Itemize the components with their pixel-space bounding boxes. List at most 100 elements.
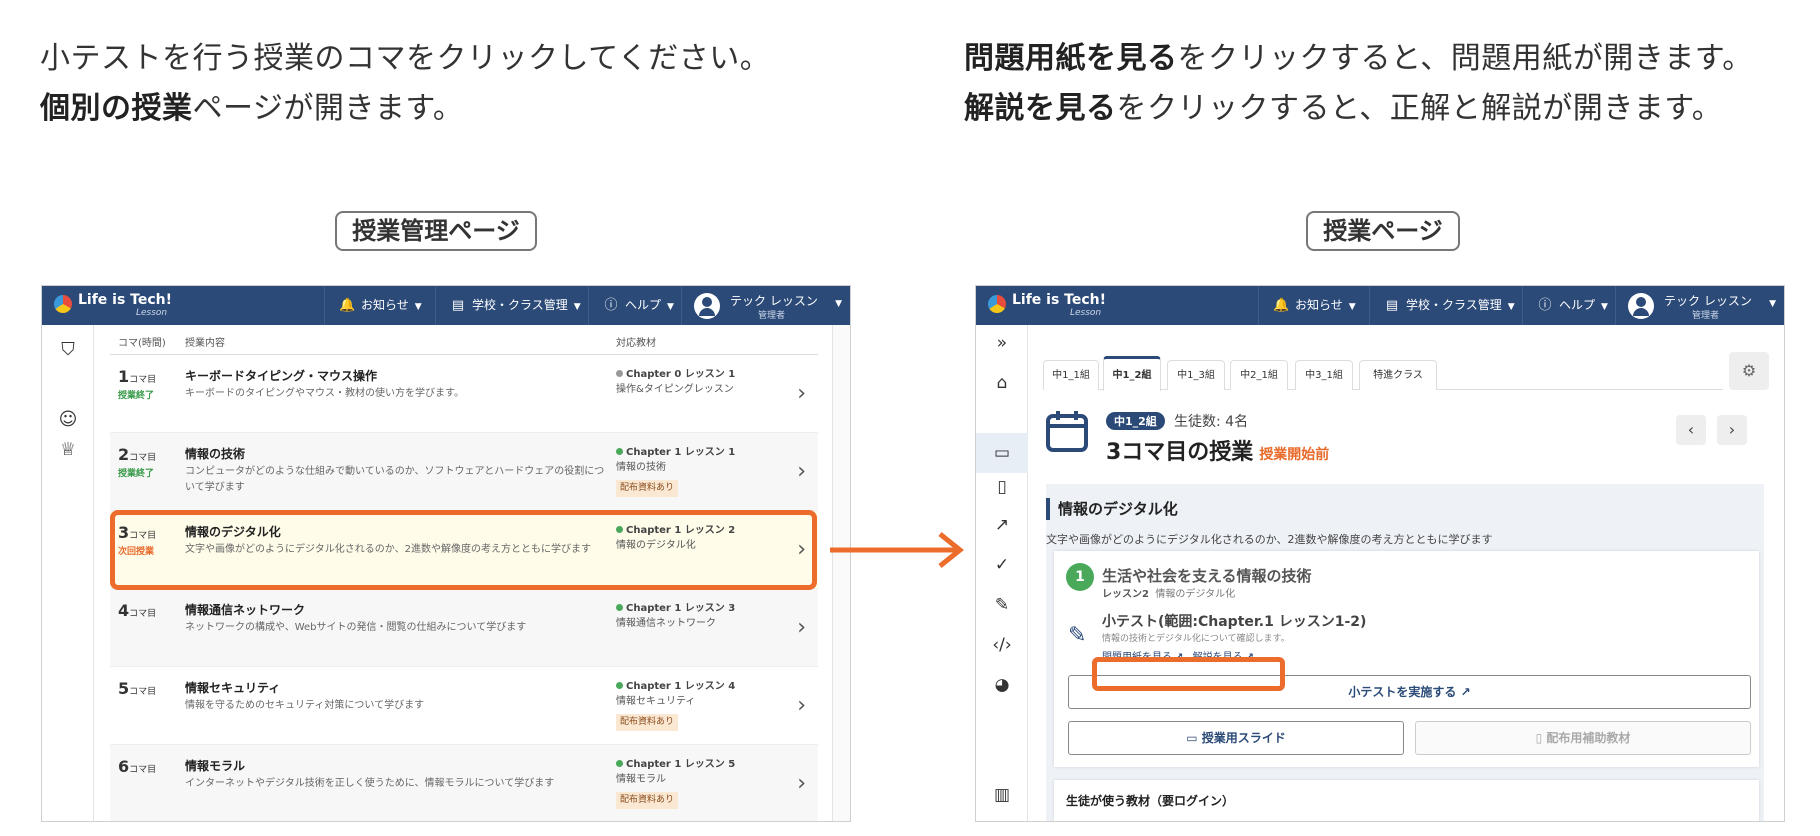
bell-icon: 🔔 xyxy=(339,298,356,313)
handout-badge: 配布資料あり xyxy=(616,480,679,497)
nav-help[interactable]: ⓘ ヘルプ ▼ xyxy=(588,286,674,325)
slides-button[interactable]: ▭ 授業用スライド xyxy=(1068,721,1404,755)
expand-icon[interactable]: » xyxy=(988,333,1016,353)
material-sub: 情報モラル xyxy=(616,774,666,785)
material-info: Chapter 1 レッスン 3 情報通信ネットワーク xyxy=(616,601,735,631)
gear-icon[interactable]: ⚙ xyxy=(1729,352,1769,390)
shield-icon[interactable]: ⛉ xyxy=(56,339,80,360)
external-link-icon: ↗ xyxy=(1460,685,1471,699)
material-chapter: Chapter 1 レッスン 1 xyxy=(626,447,736,458)
header-material: 対応教材 xyxy=(616,338,656,349)
highlight-links xyxy=(1092,657,1285,691)
nav-help[interactable]: ⓘ ヘルプ ▼ xyxy=(1522,286,1608,325)
tab-1-1[interactable]: 中1_1組 xyxy=(1043,360,1099,390)
instruction-right-rest2: をクリックすると、正解と解説が開きます。 xyxy=(1116,91,1723,126)
home-icon[interactable]: ⌂ xyxy=(988,373,1016,393)
smile-icon[interactable]: ☺ xyxy=(56,409,80,430)
material-chapter: Chapter 1 レッスン 4 xyxy=(626,681,736,692)
nav-help-label: ヘルプ xyxy=(1559,298,1596,312)
palette-icon[interactable]: ◕ xyxy=(988,675,1016,695)
caret-down-icon: ▼ xyxy=(1507,302,1515,312)
next-button[interactable]: › xyxy=(1717,415,1747,445)
lesson-page-screenshot: Life is Tech! Lesson 🔔 お知らせ ▼ ▤ 学校・クラス管理 ▼ ⓘ… xyxy=(975,285,1785,822)
lesson-desc: インターネットやデジタル技術を正しく使うために、情報モラルについて学びます xyxy=(185,778,555,789)
chart-icon[interactable]: ▥ xyxy=(988,785,1016,805)
pencil-icon[interactable]: ✎ xyxy=(988,595,1016,615)
status-dot-icon xyxy=(616,604,623,611)
tab-special[interactable]: 特進クラス xyxy=(1359,360,1437,390)
caret-down-icon: ▼ xyxy=(1601,302,1608,312)
logo[interactable]: Life is Tech! Lesson xyxy=(988,292,1118,320)
scrollbar[interactable] xyxy=(832,325,850,821)
tab-1-3[interactable]: 中1_3組 xyxy=(1167,360,1225,390)
chapter-lesson: レッスン2 xyxy=(1102,589,1149,600)
nav-school-label: 学校・クラス管理 xyxy=(472,298,568,312)
table-row[interactable]: 2コマ目 授業終了 情報の技術 コンピュータがどのような仕組みで動いているのか、ソフト… xyxy=(110,433,818,511)
lesson-title: キーボードタイピング・マウス操作 xyxy=(185,369,378,383)
code-icon[interactable]: ‹/› xyxy=(988,635,1016,655)
koma-number: 4コマ目 xyxy=(118,601,157,620)
trophy-icon[interactable]: ♕ xyxy=(56,439,80,460)
material-info: Chapter 0 レッスン 1 操作&タイピングレッスン xyxy=(616,367,735,397)
page-title-text: 3コマ目の授業 xyxy=(1106,440,1254,465)
document-icon[interactable]: ▯ xyxy=(988,477,1016,497)
nav-school[interactable]: ▤ 学校・クラス管理 ▼ xyxy=(435,286,581,325)
avatar-icon xyxy=(694,293,720,319)
nav-notice[interactable]: 🔔 お知らせ ▼ xyxy=(324,286,422,325)
status-dot-icon xyxy=(616,448,623,455)
instruction-left-line1: 小テストを行う授業のコマをクリックしてください。 xyxy=(40,41,771,76)
trend-icon[interactable]: ↗ xyxy=(988,515,1016,535)
header-content: 授業内容 xyxy=(185,338,225,349)
logo-mark xyxy=(54,295,72,313)
table-row[interactable]: 4コマ目 情報通信ネットワーク ネットワークの構成や、Webサイトの発信・閲覧の仕組… xyxy=(110,589,818,667)
nav-notice[interactable]: 🔔 お知らせ ▼ xyxy=(1258,286,1356,325)
manage-page-label: 授業管理ページ xyxy=(335,211,537,251)
chapter-title: 生活や社会を支える情報の技術 xyxy=(1102,567,1312,585)
user-role: 管理者 xyxy=(1692,311,1720,321)
prev-button[interactable]: ‹ xyxy=(1676,415,1706,445)
page-title: 3コマ目の授業 授業開始前 xyxy=(1106,434,1329,466)
lesson-page-label: 授業ページ xyxy=(1306,211,1460,251)
instruction-left-line2: 個別の授業ページが開きます。 xyxy=(40,84,770,134)
lesson-desc: キーボードのタイピングやマウス・教材の使い方を学びます。 xyxy=(185,388,464,399)
table-row[interactable]: 6コマ目情報モラル インターネットやデジタル技術を正しく使うために、情報モラルにつ… xyxy=(110,745,818,821)
material-info: Chapter 1 レッスン 1 情報の技術 配布資料あり xyxy=(616,445,735,497)
sidebar: ⛉ ☺ ♕ xyxy=(42,325,94,821)
table-row[interactable]: 5コマ目 情報セキュリティ 情報を守るためのセキュリティ対策について学びます Chap… xyxy=(110,667,818,745)
check-icon[interactable]: ✓ xyxy=(988,555,1016,575)
nav-school[interactable]: ▤ 学校・クラス管理 ▼ xyxy=(1369,286,1515,325)
lesson-title: 情報セキュリティ xyxy=(185,681,281,695)
table-row[interactable]: 1コマ目 授業終了 キーボードタイピング・マウス操作 キーボードのタイピングやマウス・… xyxy=(110,355,818,433)
tab-1-2[interactable]: 中1_2組 xyxy=(1103,356,1161,391)
lesson-icon[interactable]: ▭ xyxy=(976,433,1028,473)
logo-mark xyxy=(988,295,1006,313)
caret-down-icon: ▼ xyxy=(1769,299,1776,309)
handout-badge: 配布資料あり xyxy=(616,792,679,809)
slides-label: 授業用スライド xyxy=(1201,731,1286,745)
arrow-right-icon xyxy=(830,532,965,568)
chevron-right-icon: › xyxy=(797,771,806,796)
user-menu[interactable]: テック レッスン 管理者 ▼ xyxy=(681,286,850,325)
instruction-left-rest: ページが開きます。 xyxy=(192,91,464,126)
material-info: Chapter 1 レッスン 4 情報セキュリティ 配布資料あり xyxy=(616,679,735,731)
section-desc: 文字や画像がどのようにデジタル化されるのか、2進数や解像度の考え方とともに学びま… xyxy=(1046,533,1493,546)
logo-sub: Lesson xyxy=(136,308,168,318)
koma-number: 2コマ目 xyxy=(118,445,157,464)
koma-number: 6コマ目 xyxy=(118,757,157,776)
tab-3-1[interactable]: 中3_1組 xyxy=(1295,360,1353,390)
lesson-title: 情報通信ネットワーク xyxy=(185,603,306,617)
lesson-state: 授業開始前 xyxy=(1259,447,1330,463)
logo[interactable]: Life is Tech! Lesson xyxy=(54,292,184,320)
nav-help-label: ヘルプ xyxy=(625,298,662,312)
lesson-title: 情報の技術 xyxy=(185,447,246,461)
chapter-number: 1 xyxy=(1066,563,1094,591)
tab-2-1[interactable]: 中2_1組 xyxy=(1230,360,1288,390)
materials-button[interactable]: ▯ 配布用補助教材 xyxy=(1415,721,1751,755)
top-nav: Life is Tech! Lesson 🔔 お知らせ ▼ ▤ 学校・クラス管理 ▼ ⓘ… xyxy=(976,286,1784,325)
user-menu[interactable]: テック レッスン 管理者 ▼ xyxy=(1615,286,1784,325)
instruction-right-bold2: 解説を見る xyxy=(964,91,1117,126)
instruction-right-rest1: をクリックすると、問題用紙が開きます。 xyxy=(1177,41,1753,76)
user-name: テック レッスン xyxy=(730,294,818,308)
instruction-right-line2: 解説を見るをクリックすると、正解と解説が開きます。 xyxy=(964,84,1753,134)
calendar-icon xyxy=(1046,411,1088,452)
